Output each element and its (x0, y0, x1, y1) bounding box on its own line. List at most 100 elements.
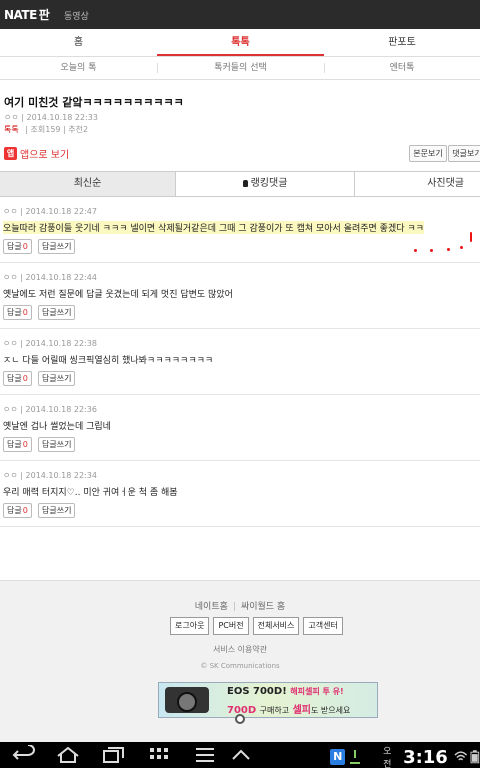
comment-datetime: 2014.10.18 22:36 (25, 405, 97, 414)
back-icon[interactable] (12, 745, 38, 765)
comment-text: ㅈㄴ 다들 어릴때 씽크픽열심히 했나봐ㅋㅋㅋㅋㅋㅋㅋㅋ (3, 356, 214, 366)
reply-count-button[interactable]: 답글0 (3, 503, 32, 518)
comment-datetime: 2014.10.18 22:47 (25, 207, 97, 216)
reply-label: 답글 (7, 440, 22, 449)
recent-apps-icon[interactable] (101, 745, 127, 765)
ad-banner[interactable]: EOS 700D! 해피셀피 투 유! 700D 구매하고 셀피도 받으세요 (158, 682, 378, 718)
post-title: 여기 미친것 같앜ㅋㅋㅋㅋㅋㅋㅋㅋㅋㅋ (4, 96, 184, 109)
write-reply-button[interactable]: 답글쓰기 (38, 371, 76, 386)
video-link[interactable]: 동영상 (64, 9, 89, 22)
all-services-button[interactable]: 전체서비스 (252, 617, 300, 635)
reply-count-button[interactable]: 답글0 (3, 371, 32, 386)
download-icon (350, 750, 361, 764)
reply-count: 0 (22, 374, 28, 383)
camera-icon (165, 687, 209, 713)
reply-count: 0 (22, 308, 28, 317)
ad-selfie: 셀피 (292, 705, 312, 716)
comment-item: ㅇㅇ | 2014.10.18 22:38 ㅈㄴ 다들 어릴때 씽크픽열심히 했… (0, 328, 480, 395)
nate-pan-logo[interactable]: NATE 판 (4, 6, 50, 23)
comment-text: 우리 매력 터지지♡.. 미안 귀여ㅓ운 척 좀 해봄 (3, 488, 178, 498)
view-body-button[interactable]: 본문보기 (409, 145, 447, 162)
sort-ranking-label: 랭킹댓글 (250, 178, 288, 189)
nate-notification-icon[interactable]: N (330, 749, 346, 765)
decoration-mark (470, 232, 472, 242)
ad-headline: EOS 700D! 해피셀피 투 유! (227, 686, 344, 697)
comment-meta: ㅇㅇ | 2014.10.18 22:34 (3, 471, 97, 480)
ad-model: EOS 700D! (227, 686, 287, 697)
comment-item: ㅇㅇ | 2014.10.18 22:34 우리 매력 터지지♡.. 미안 귀여… (0, 460, 480, 527)
sub-tabs: 오늘의 톡 톡커들의 선택 엔터톡 (0, 57, 480, 80)
reply-count-button[interactable]: 답글0 (3, 437, 32, 452)
comment-meta: ㅇㅇ | 2014.10.18 22:47 (3, 207, 97, 216)
terms-link[interactable]: 서비스 이용약관 (0, 644, 480, 655)
open-in-app-label: 앱으로 보기 (20, 149, 70, 161)
comment-text: 옛날엔 겁나 썰었는데 그립네 (3, 422, 111, 432)
main-tabs: 홈 톡톡 판포토 (0, 29, 480, 57)
comment-meta: ㅇㅇ | 2014.10.18 22:38 (3, 339, 97, 348)
reply-count-button[interactable]: 답글0 (3, 239, 32, 254)
sort-photo[interactable]: 사진댓글 (355, 172, 480, 196)
view-comments-button[interactable]: 댓글보기 (448, 145, 480, 162)
write-reply-button[interactable]: 답글쓰기 (38, 437, 76, 452)
logo-nate: NATE (4, 8, 37, 22)
comment-author: ㅇㅇ (3, 471, 18, 480)
reply-label: 답글 (7, 242, 22, 251)
clock-ampm: 오전 (383, 747, 392, 770)
write-reply-button[interactable]: 답글쓰기 (38, 239, 76, 254)
subtab-today-talk[interactable]: 오늘의 톡 (0, 57, 157, 79)
footer-link-divider: | (232, 602, 236, 612)
chevron-up-icon[interactable] (230, 745, 252, 765)
comment-meta: ㅇㅇ | 2014.10.18 22:36 (3, 405, 97, 414)
logout-button[interactable]: 로그아웃 (170, 617, 210, 635)
decoration-dot (430, 249, 433, 252)
active-tab-indicator (157, 54, 324, 56)
comment-author: ㅇㅇ (3, 207, 18, 216)
logo-pan: 판 (38, 8, 50, 22)
tab-panphoto[interactable]: 판포토 (324, 29, 480, 56)
ad-indicator-dot[interactable] (235, 714, 245, 724)
reply-count: 0 (22, 242, 28, 251)
status-tray: N 오전 3:16 (330, 744, 480, 770)
post-author: ㅇㅇ (4, 113, 19, 122)
pc-version-button[interactable]: PC버전 (213, 617, 249, 635)
comment-author: ㅇㅇ (3, 273, 18, 282)
ad-subline: 700D 구매하고 셀피도 받으세요 (227, 701, 350, 716)
ad-text-a: 구매하고 (259, 706, 290, 715)
comment-datetime: 2014.10.18 22:34 (25, 471, 97, 480)
subtab-enter-talk[interactable]: 엔터톡 (324, 57, 480, 79)
open-in-app-button[interactable]: 앱 앱으로 보기 (4, 145, 69, 161)
menu-icon[interactable] (194, 745, 216, 765)
comment-author: ㅇㅇ (3, 339, 18, 348)
comment-item: ㅇㅇ | 2014.10.18 22:36 옛날엔 겁나 썰었는데 그립네 답글… (0, 394, 480, 461)
system-navigation-bar: N 오전 3:16 (0, 742, 480, 770)
post-category[interactable]: 톡톡 (4, 125, 19, 134)
comment-author: ㅇㅇ (3, 405, 18, 414)
home-icon[interactable] (55, 745, 81, 765)
subtab-talker-choice[interactable]: 톡커들의 선택 (157, 57, 324, 79)
reply-count-button[interactable]: 답글0 (3, 305, 32, 320)
nate-home-link[interactable]: 네이트홈 (195, 602, 228, 612)
sort-latest[interactable]: 최신순 (0, 172, 175, 196)
write-reply-button[interactable]: 답글쓰기 (38, 503, 76, 518)
cyworld-home-link[interactable]: 싸이월드 홈 (241, 602, 285, 612)
customer-center-button[interactable]: 고객센터 (303, 617, 343, 635)
ad-text-b: 도 받으세요 (311, 706, 351, 715)
reply-count: 0 (22, 506, 28, 515)
footer-links: 네이트홈 | 싸이월드 홈 (0, 599, 480, 612)
tab-toktok[interactable]: 톡톡 (157, 29, 324, 56)
post-datetime: 2014.10.18 22:33 (26, 113, 98, 122)
decoration-dot (414, 249, 417, 252)
comment-text: 옛날에도 저런 질문에 답글 웃겼는데 되게 멋진 답변도 많았어 (3, 290, 233, 300)
comment-text: 오늘따라 감풍이들 웃기네 ㅋㅋㅋ 넬이면 삭제될거같은데 그때 그 감풍이가 … (3, 221, 424, 234)
tab-home[interactable]: 홈 (0, 29, 157, 56)
app-icon: 앱 (4, 146, 17, 160)
clock-time: 3:16 (403, 746, 448, 768)
post-views-likes: 조회159 | 추천2 (30, 125, 89, 134)
sort-ranking[interactable]: 랭킹댓글 (176, 172, 354, 196)
comment-item: ㅇㅇ | 2014.10.18 22:44 옛날에도 저런 질문에 답글 웃겼는… (0, 262, 480, 329)
write-reply-button[interactable]: 답글쓰기 (38, 305, 76, 320)
footer-buttons: 로그아웃 PC버전 전체서비스 고객센터 (170, 617, 343, 635)
apps-grid-icon[interactable] (148, 745, 170, 765)
wifi-icon (454, 751, 467, 761)
page-footer: 네이트홈 | 싸이월드 홈 로그아웃 PC버전 전체서비스 고객센터 서비스 이용약… (0, 580, 480, 743)
